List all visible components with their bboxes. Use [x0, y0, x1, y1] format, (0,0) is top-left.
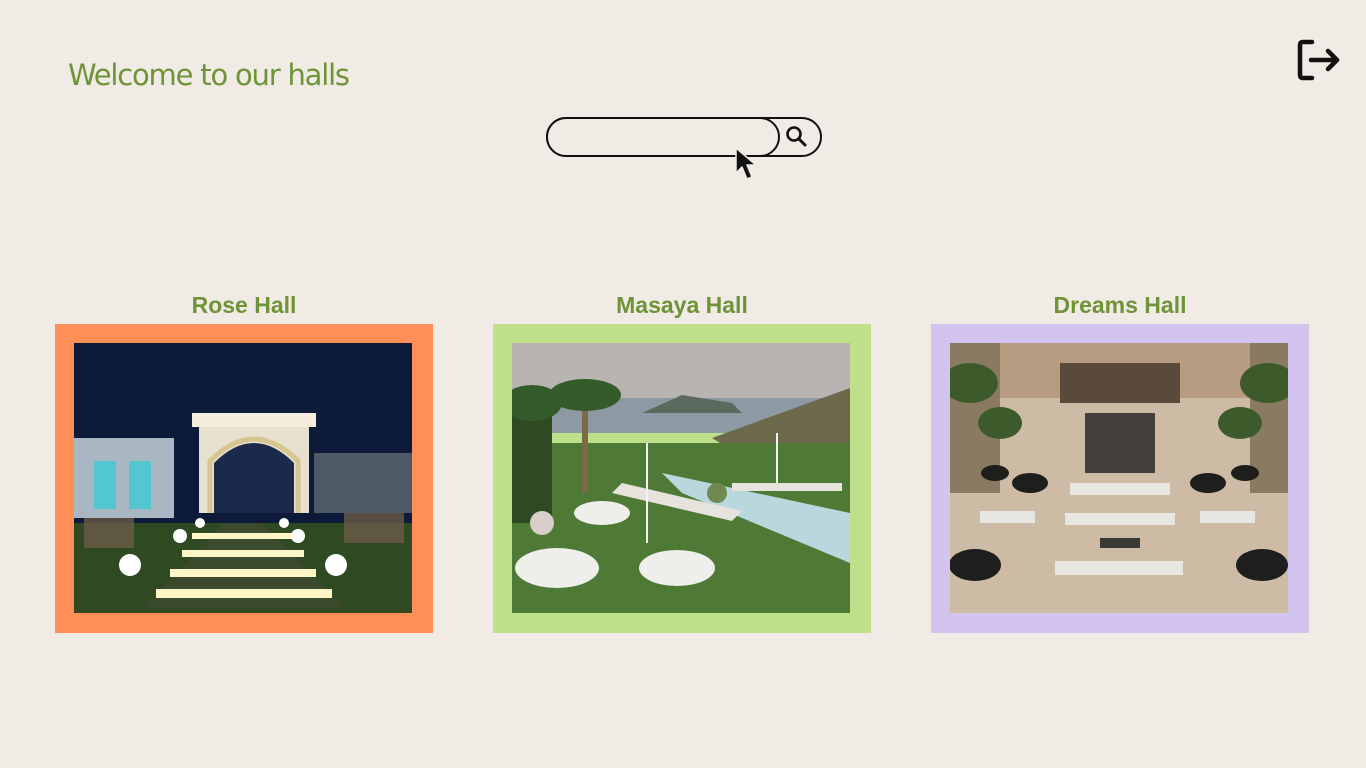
- search-input[interactable]: [546, 117, 780, 157]
- search-bar: [546, 117, 822, 157]
- hall-title: Dreams Hall: [1053, 292, 1187, 318]
- hall-photo-dreams: [950, 343, 1288, 613]
- hall-title: Masaya Hall: [616, 292, 748, 318]
- hall-frame-masaya[interactable]: [493, 324, 871, 633]
- halls-page: Welcome to our halls Rose Hall Masaya Ha…: [0, 0, 1366, 768]
- search-button[interactable]: [782, 123, 812, 151]
- logout-button[interactable]: [1297, 38, 1341, 82]
- hall-photo-masaya: [512, 343, 850, 613]
- hall-photo-rose: [74, 343, 412, 613]
- hall-title: Rose Hall: [191, 292, 297, 318]
- search-icon: [786, 126, 807, 147]
- hall-frame-dreams[interactable]: [931, 324, 1309, 633]
- hall-frame-rose[interactable]: [55, 324, 433, 633]
- logout-icon: [1297, 39, 1340, 81]
- page-title: Welcome to our halls: [68, 58, 350, 92]
